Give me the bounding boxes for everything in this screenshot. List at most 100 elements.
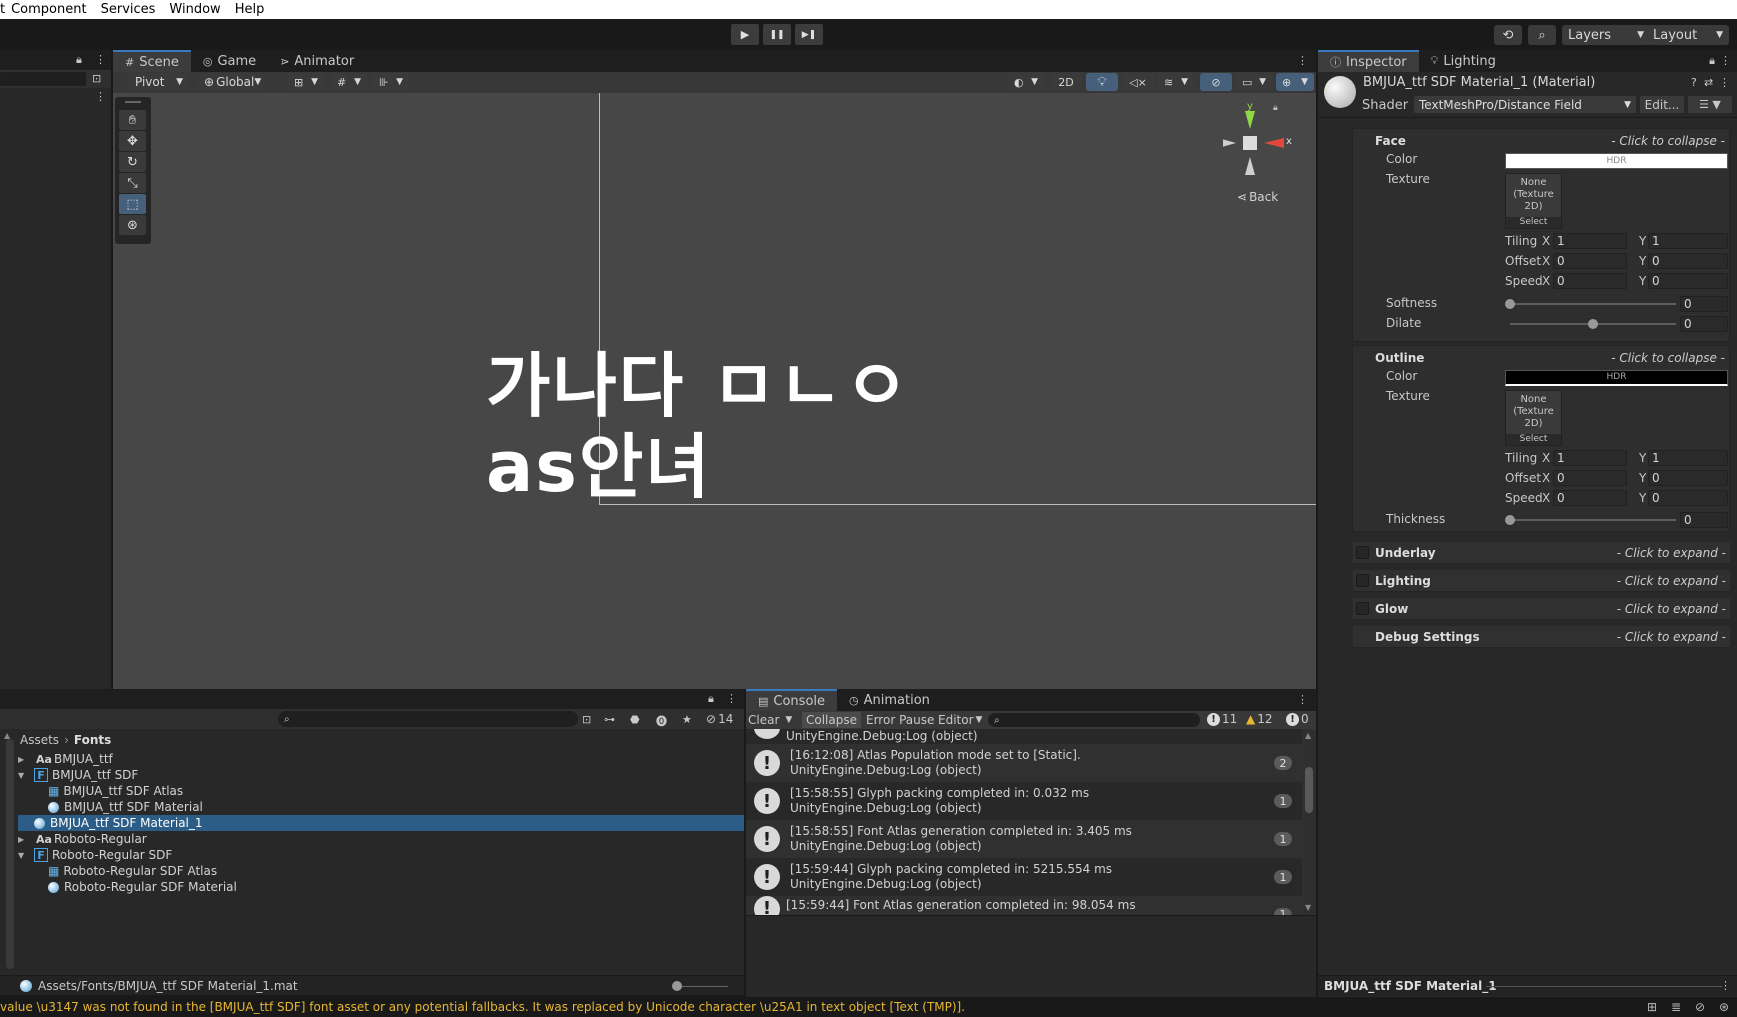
underlay-toggle[interactable] — [1356, 546, 1369, 559]
tab-lighting[interactable]: 💡︎ Lighting — [1419, 50, 1508, 72]
palette-handle[interactable] — [125, 101, 141, 103]
console-scroll-thumb[interactable] — [1305, 767, 1313, 813]
outline-offset-y-field[interactable]: 0 — [1648, 470, 1728, 486]
edit-shader-button[interactable]: Edit... — [1640, 96, 1684, 113]
tab-game[interactable]: ◎ Game — [191, 50, 268, 72]
outline-texture-select[interactable]: Select — [1506, 434, 1561, 445]
outline-speed-x-field[interactable]: 0 — [1553, 490, 1627, 506]
error-pause-toggle[interactable]: Error Pause — [866, 712, 934, 728]
chevron-right-icon[interactable]: ▶ — [18, 755, 30, 764]
list-item[interactable]: ▼ F Roboto-Regular SDF — [18, 847, 744, 863]
transform-tool-button[interactable]: ⊛ — [119, 215, 146, 235]
face-speed-x-field[interactable]: 0 — [1553, 273, 1627, 289]
chevron-down-icon[interactable]: ▼ — [18, 851, 30, 860]
zoom-slider-knob[interactable] — [672, 981, 682, 991]
menu-item-window[interactable]: Window — [169, 0, 220, 19]
pause-button[interactable]: ❚❚ — [763, 24, 791, 45]
cache-server-icon[interactable]: ≣ — [1671, 997, 1681, 1017]
warning-filter-icon[interactable]: ⓿ — [656, 713, 667, 729]
menu-item-help[interactable]: Help — [235, 0, 265, 19]
list-item[interactable]: BMJUA_ttf SDF Material — [18, 799, 744, 815]
shader-options-dropdown[interactable]: ☰ ▼ — [1688, 96, 1732, 113]
info-filter-toggle[interactable]: ! 11 — [1207, 712, 1237, 726]
lighting-section[interactable]: Lighting - Click to expand - — [1353, 570, 1730, 592]
chevron-right-icon[interactable]: ▶ — [18, 835, 30, 844]
search-scene-icon[interactable]: ⊡ — [92, 72, 101, 85]
console-detail-area[interactable] — [746, 915, 1316, 997]
outline-offset-x-field[interactable]: 0 — [1553, 470, 1627, 486]
progress-icon[interactable]: ⊞ — [1647, 997, 1657, 1017]
rect-tool-button[interactable]: ⬚ — [119, 194, 146, 214]
menu-item-services[interactable]: Services — [101, 0, 156, 19]
shading-dropdown[interactable]: ◐ ▼ — [1008, 73, 1044, 91]
outline-collapse-hint[interactable]: - Click to collapse - — [1611, 351, 1725, 365]
increment-snap-dropdown[interactable]: ⊪ ▼ — [373, 73, 409, 91]
outline-texture-slot[interactable]: None (Texture 2D) Select — [1505, 390, 1562, 446]
list-item[interactable]: ▶ Aa BMJUA_ttf — [18, 751, 744, 767]
status-warning-message[interactable]: value \u3147 was not found in the [BMJUA… — [0, 1000, 965, 1014]
outline-thickness-track[interactable] — [1510, 519, 1676, 521]
move-tool-button[interactable]: ✥ — [119, 131, 146, 151]
shader-dropdown[interactable]: TextMeshPro/Distance Field ▼ — [1414, 96, 1636, 113]
tab-animation[interactable]: ◷ Animation — [837, 689, 942, 711]
face-offset-y-field[interactable]: 0 — [1648, 253, 1728, 269]
outline-color-field[interactable]: HDR — [1505, 370, 1728, 386]
outline-thickness-field[interactable]: 0 — [1680, 512, 1728, 528]
chevron-down-icon[interactable]: ▼ — [18, 771, 30, 780]
face-tiling-x-field[interactable]: 1 — [1553, 233, 1627, 249]
face-dilate-field[interactable]: 0 — [1680, 316, 1728, 332]
breadcrumb-root[interactable]: Assets — [20, 733, 59, 747]
list-item-selected[interactable]: BMJUA_ttf SDF Material_1 — [18, 815, 744, 831]
face-color-field[interactable]: HDR — [1505, 153, 1728, 169]
table-row[interactable]: ! [15:59:44] Glyph packing completed in:… — [746, 858, 1302, 896]
hidden-objects-toggle[interactable]: ⊘ — [1200, 73, 1232, 91]
clear-button[interactable]: Clear ▼ — [748, 712, 792, 728]
gizmo-lock-icon[interactable]: 🔒︎ — [1273, 103, 1278, 113]
more-icon[interactable]: ⋮ — [95, 53, 106, 66]
list-item[interactable]: ▼ F BMJUA_ttf SDF — [18, 767, 744, 783]
project-search-input[interactable]: ⌕ — [278, 711, 578, 727]
hierarchy-search-input[interactable] — [0, 72, 86, 86]
menu-item-component[interactable]: Component — [11, 0, 86, 19]
gizmo-back-label[interactable]: ⋖ Back — [1237, 190, 1278, 204]
grid-visibility-dropdown[interactable]: # ▼ — [331, 73, 367, 91]
tab-animator[interactable]: ⋗ Animator — [268, 50, 366, 72]
rotate-tool-button[interactable]: ↻ — [119, 152, 146, 172]
scroll-down-icon[interactable]: ▼ — [1305, 903, 1311, 912]
tab-inspector[interactable]: ⓘ Inspector — [1318, 50, 1419, 72]
play-button[interactable]: ▶ — [731, 24, 759, 45]
hand-tool-button[interactable]: ✋︎ — [119, 110, 146, 130]
layers-dropdown[interactable]: Layers ▼ — [1562, 25, 1650, 45]
effects-dropdown[interactable]: ≋ ▼ — [1158, 73, 1194, 91]
scroll-up-icon[interactable]: ▲ — [4, 731, 10, 740]
face-title[interactable]: Face — [1375, 134, 1406, 148]
console-search-input[interactable]: ⌕ — [988, 713, 1200, 727]
more-icon[interactable]: ⋮ — [1297, 54, 1308, 67]
error-filter-toggle[interactable]: ! 0 — [1286, 712, 1309, 726]
zoom-slider-track[interactable] — [676, 986, 728, 987]
outline-title[interactable]: Outline — [1375, 351, 1424, 365]
face-dilate-knob[interactable] — [1588, 319, 1598, 329]
more-icon[interactable]: ⋮ — [1719, 76, 1730, 89]
face-texture-slot[interactable]: None (Texture 2D) Select — [1505, 173, 1562, 229]
table-row[interactable]: ! [15:59:44] Font Atlas generation compl… — [746, 896, 1302, 915]
lighting-toggle-checkbox[interactable] — [1356, 574, 1369, 587]
status-bar[interactable]: value \u3147 was not found in the [BMJUA… — [0, 997, 1737, 1017]
glow-section[interactable]: Glow - Click to expand - — [1353, 598, 1730, 620]
audio-toggle[interactable]: ◁× — [1122, 73, 1154, 91]
orientation-gizmo[interactable]: y x 🔒︎ — [1218, 101, 1301, 193]
face-tiling-y-field[interactable]: 1 — [1648, 233, 1728, 249]
outline-thickness-knob[interactable] — [1505, 515, 1515, 525]
list-item[interactable]: ▶ Aa Roboto-Regular — [18, 831, 744, 847]
console-scrollbar[interactable]: ▲ ▼ — [1302, 729, 1316, 915]
list-item[interactable]: ▦ Roboto-Regular SDF Atlas — [18, 863, 744, 879]
face-texture-select[interactable]: Select — [1506, 217, 1561, 228]
lock-icon[interactable]: 🔒︎ — [708, 692, 714, 706]
star-icon[interactable]: ★ — [682, 713, 692, 726]
outline-tiling-y-field[interactable]: 1 — [1648, 450, 1728, 466]
help-icon[interactable]: ? — [1691, 76, 1697, 89]
face-offset-x-field[interactable]: 0 — [1553, 253, 1627, 269]
hidden-packages-counter[interactable]: ⊘ 14 — [706, 712, 733, 726]
auto-generate-lighting-icon[interactable]: ⊘ — [1695, 997, 1705, 1017]
more-icon[interactable]: ⋮ — [726, 692, 737, 705]
